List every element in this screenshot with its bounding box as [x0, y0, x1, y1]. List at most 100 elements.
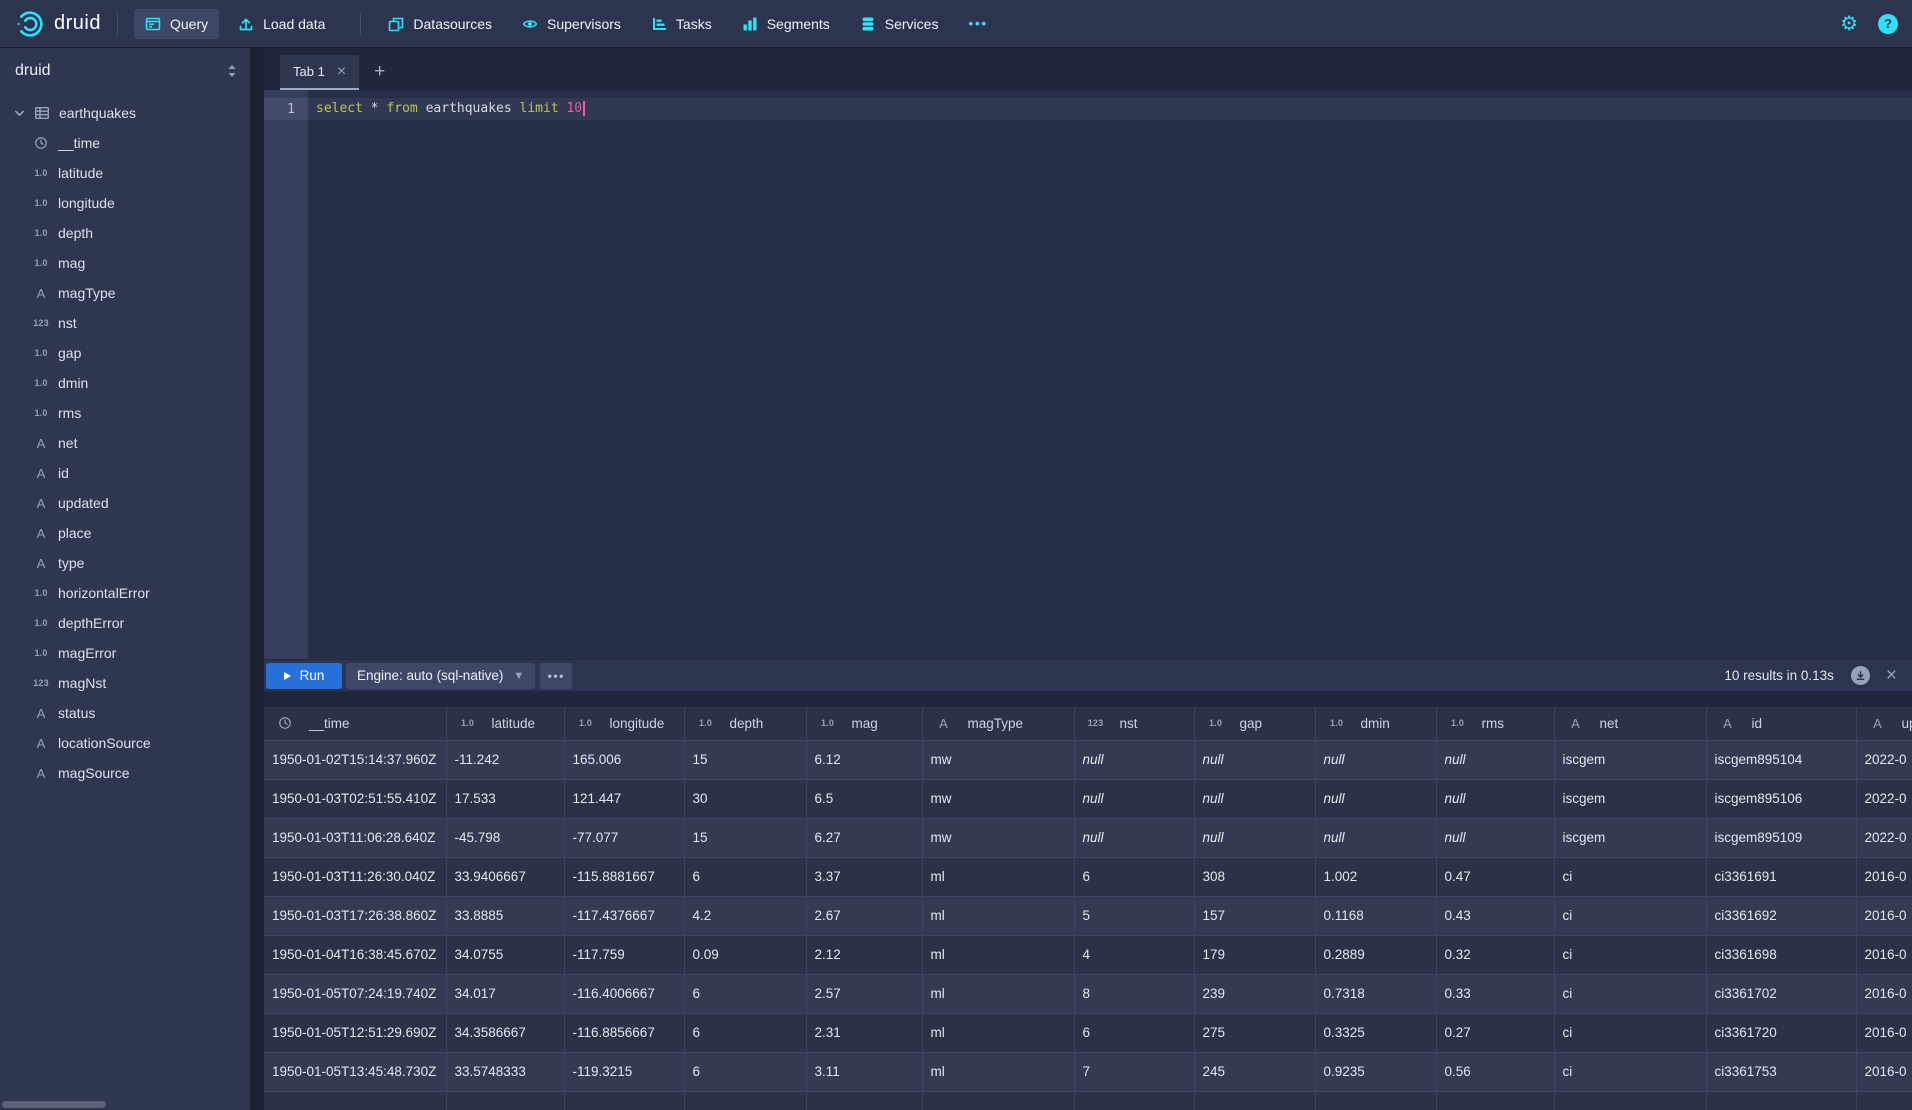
- sidebar-column-item[interactable]: id: [0, 458, 250, 488]
- cell-net[interactable]: ci: [1554, 935, 1706, 974]
- results-column-header[interactable]: longitude: [564, 707, 684, 740]
- sidebar-column-item[interactable]: dmin: [0, 368, 250, 398]
- cell-updated[interactable]: 2016-0: [1856, 857, 1912, 896]
- results-column-header[interactable]: depth: [684, 707, 806, 740]
- nav-item-services[interactable]: Services: [849, 9, 950, 39]
- cell-nst[interactable]: null: [1074, 740, 1194, 779]
- results-column-header[interactable]: rms: [1436, 707, 1554, 740]
- sidebar-column-item[interactable]: place: [0, 518, 250, 548]
- cell-id[interactable]: ci3361702: [1706, 974, 1856, 1013]
- cell-depth[interactable]: 15: [684, 740, 806, 779]
- sidebar-column-item[interactable]: magNst: [0, 668, 250, 698]
- sidebar-column-item[interactable]: mag: [0, 248, 250, 278]
- nav-item-query[interactable]: Query: [134, 9, 219, 39]
- cell-rms[interactable]: 0.32: [1436, 935, 1554, 974]
- cell-time[interactable]: 1950-01-05T07:24:19.740Z: [264, 974, 446, 1013]
- cell-dmin[interactable]: null: [1315, 740, 1436, 779]
- cell-id[interactable]: ci3361691: [1706, 857, 1856, 896]
- cell-dmin[interactable]: null: [1315, 818, 1436, 857]
- cell-net[interactable]: ci: [1554, 857, 1706, 896]
- cell-gap[interactable]: null: [1194, 818, 1315, 857]
- cell-mag[interactable]: 2.31: [806, 1013, 922, 1052]
- chevron-down-icon[interactable]: [13, 107, 26, 120]
- cell-gap[interactable]: null: [1194, 740, 1315, 779]
- nav-item-datasources[interactable]: Datasources: [377, 9, 503, 39]
- sidebar-column-item[interactable]: type: [0, 548, 250, 578]
- cell-dmin[interactable]: 0.3325: [1315, 1013, 1436, 1052]
- results-column-header[interactable]: updated: [1856, 707, 1912, 740]
- cell-depth[interactable]: 15: [684, 818, 806, 857]
- cell-nst[interactable]: null: [1074, 818, 1194, 857]
- cell-longitude[interactable]: [564, 1091, 684, 1110]
- cell-rms[interactable]: 0.43: [1436, 896, 1554, 935]
- cell-net[interactable]: ci: [1554, 896, 1706, 935]
- cell-dmin[interactable]: 0.9235: [1315, 1052, 1436, 1091]
- sidebar-column-item[interactable]: latitude: [0, 158, 250, 188]
- cell-gap[interactable]: 275: [1194, 1013, 1315, 1052]
- cell-updated[interactable]: [1856, 1091, 1912, 1110]
- cell-net[interactable]: ci: [1554, 1013, 1706, 1052]
- cell-updated[interactable]: 2016-0: [1856, 896, 1912, 935]
- sidebar-column-item[interactable]: net: [0, 428, 250, 458]
- engine-select[interactable]: Engine: auto (sql-native) ▼: [346, 663, 535, 689]
- sidebar-column-item[interactable]: locationSource: [0, 728, 250, 758]
- cell-longitude[interactable]: -116.4006667: [564, 974, 684, 1013]
- cell-latitude[interactable]: 34.3586667: [446, 1013, 564, 1052]
- cell-longitude[interactable]: 121.447: [564, 779, 684, 818]
- cell-depth[interactable]: [684, 1091, 806, 1110]
- sidebar-column-item[interactable]: longitude: [0, 188, 250, 218]
- cell-mag[interactable]: 2.67: [806, 896, 922, 935]
- results-column-header[interactable]: net: [1554, 707, 1706, 740]
- cell-net[interactable]: iscgem: [1554, 779, 1706, 818]
- cell-magType[interactable]: ml: [922, 935, 1074, 974]
- cell-magType[interactable]: ml: [922, 974, 1074, 1013]
- cell-nst[interactable]: null: [1074, 779, 1194, 818]
- cell-longitude[interactable]: 165.006: [564, 740, 684, 779]
- cell-id[interactable]: iscgem895104: [1706, 740, 1856, 779]
- sidebar-column-item[interactable]: magError: [0, 638, 250, 668]
- cell-time[interactable]: 1950-01-05T13:45:48.730Z: [264, 1052, 446, 1091]
- results-column-header[interactable]: nst: [1074, 707, 1194, 740]
- results-column-header[interactable]: id: [1706, 707, 1856, 740]
- cell-mag[interactable]: 6.12: [806, 740, 922, 779]
- cell-depth[interactable]: 4.2: [684, 896, 806, 935]
- cell-time[interactable]: 1950-01-03T11:06:28.640Z: [264, 818, 446, 857]
- cell-longitude[interactable]: -116.8856667: [564, 1013, 684, 1052]
- cell-updated[interactable]: 2022-0: [1856, 779, 1912, 818]
- cell-latitude[interactable]: 33.9406667: [446, 857, 564, 896]
- cell-time[interactable]: 1950-01-02T15:14:37.960Z: [264, 740, 446, 779]
- results-column-header[interactable]: latitude: [446, 707, 564, 740]
- sidebar-column-item[interactable]: horizontalError: [0, 578, 250, 608]
- cell-id[interactable]: ci3361692: [1706, 896, 1856, 935]
- cell-latitude[interactable]: 34.017: [446, 974, 564, 1013]
- cell-time[interactable]: 1950-01-03T02:51:55.410Z: [264, 779, 446, 818]
- sidebar-column-item[interactable]: nst: [0, 308, 250, 338]
- cell-depth[interactable]: 6: [684, 1013, 806, 1052]
- cell-id[interactable]: iscgem895109: [1706, 818, 1856, 857]
- cell-updated[interactable]: 2016-0: [1856, 1052, 1912, 1091]
- cell-latitude[interactable]: [446, 1091, 564, 1110]
- cell-rms[interactable]: 0.33: [1436, 974, 1554, 1013]
- cell-rms[interactable]: 0.47: [1436, 857, 1554, 896]
- scrollbar-thumb[interactable]: [2, 1101, 106, 1108]
- cell-gap[interactable]: 179: [1194, 935, 1315, 974]
- sidebar-column-item[interactable]: updated: [0, 488, 250, 518]
- cell-mag[interactable]: 2.12: [806, 935, 922, 974]
- cell-rms[interactable]: 0.56: [1436, 1052, 1554, 1091]
- sidebar-column-item[interactable]: status: [0, 698, 250, 728]
- cell-depth[interactable]: 0.09: [684, 935, 806, 974]
- cell-net[interactable]: iscgem: [1554, 818, 1706, 857]
- sidebar-column-item[interactable]: depth: [0, 218, 250, 248]
- cell-updated[interactable]: 2016-0: [1856, 974, 1912, 1013]
- cell-mag[interactable]: 3.11: [806, 1052, 922, 1091]
- cell-net[interactable]: ci: [1554, 974, 1706, 1013]
- cell-nst[interactable]: 5: [1074, 896, 1194, 935]
- double-caret-vertical-icon[interactable]: [226, 64, 238, 78]
- cell-longitude[interactable]: -115.8881667: [564, 857, 684, 896]
- cell-depth[interactable]: 6: [684, 974, 806, 1013]
- sidebar-column-item[interactable]: __time: [0, 128, 250, 158]
- cell-updated[interactable]: 2016-0: [1856, 1013, 1912, 1052]
- nav-more-button[interactable]: •••: [957, 9, 999, 38]
- cell-gap[interactable]: [1194, 1091, 1315, 1110]
- cell-depth[interactable]: 6: [684, 857, 806, 896]
